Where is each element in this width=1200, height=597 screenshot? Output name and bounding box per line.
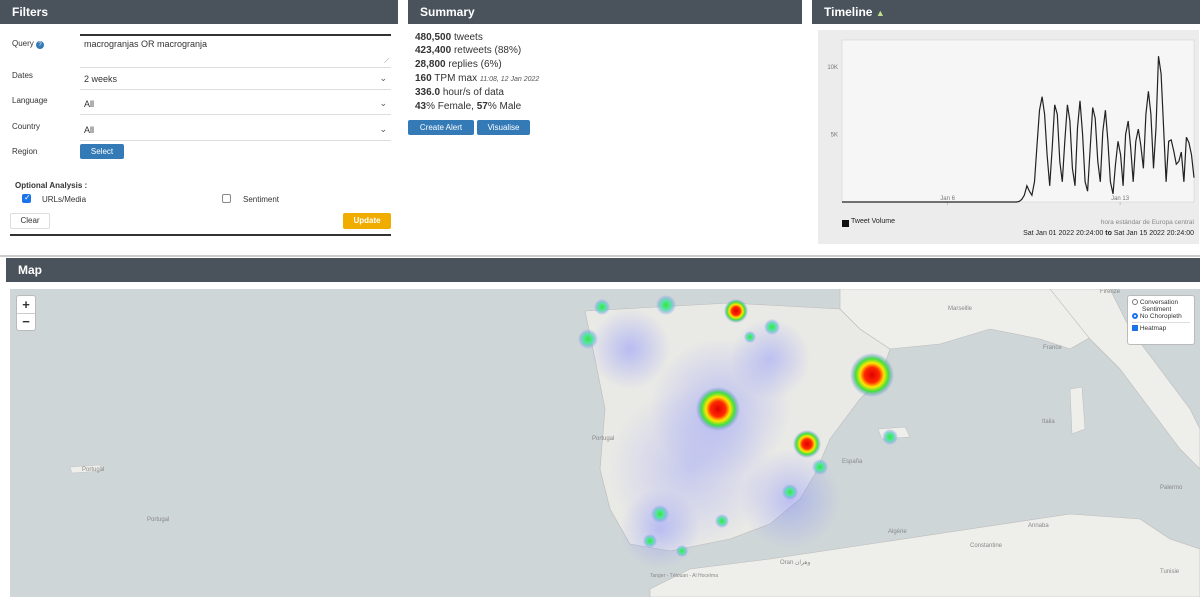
map-top-divider — [0, 255, 1200, 257]
help-icon[interactable]: ? — [36, 41, 45, 49]
language-value: All — [84, 99, 95, 109]
map-label-portugal-2: Portugal — [147, 517, 170, 523]
radio-no-choropleth[interactable]: No Choropleth — [1132, 313, 1190, 320]
summary-tpm: 160 TPM max 11:08, 12 Jan 2022 — [415, 73, 540, 84]
chevron-down-icon: ⌄ — [379, 98, 387, 108]
map-label-espana: España — [842, 459, 863, 465]
y-tick-label: 5K — [831, 133, 838, 139]
map-label-firenze: Firenze — [1100, 289, 1121, 295]
timeline-chart: 10K 5K Jan 6 Jan 13 — [827, 39, 1195, 205]
y-tick-label: 10K — [827, 65, 838, 71]
map-header: Map — [6, 258, 1200, 282]
optional-analysis-label: Optional Analysis : — [15, 181, 88, 190]
timeline-title: Timeline — [824, 5, 873, 19]
summary-tweets: 480,500 tweets — [415, 32, 483, 43]
map-label-italia: Italia — [1042, 419, 1055, 425]
query-label: Query ? — [12, 39, 45, 49]
summary-header: Summary — [408, 0, 802, 24]
urls-media-label: URLs/Media — [42, 195, 87, 204]
map-label-oran: Oran وهران — [780, 560, 811, 566]
chevron-down-icon: ⌄ — [379, 124, 387, 134]
map-canvas[interactable]: Portugal Portugal Portugal France España… — [10, 289, 1200, 597]
map-label-portugal-3: Portugal — [592, 436, 615, 442]
x-tick-label: Jan 6 — [940, 196, 955, 202]
timeline-header: Timeline ▲ — [812, 0, 1200, 24]
heatmap-toggle[interactable]: Heatmap — [1132, 325, 1190, 332]
dates-label: Dates — [12, 71, 33, 80]
timezone-label: hora estándar de Europa central — [1100, 219, 1194, 226]
layer-control: Conversation Sentiment No Choropleth Hea… — [1127, 295, 1195, 345]
update-button[interactable]: Update — [343, 213, 391, 229]
summary-gender: 43% Female, 57% Male — [415, 101, 522, 112]
create-alert-button[interactable]: Create Alert — [408, 120, 474, 135]
zoom-in-button[interactable]: + — [17, 296, 35, 314]
language-select[interactable]: All ⌄ — [80, 93, 391, 115]
region-select-button[interactable]: Select — [80, 144, 124, 159]
radio-conversation[interactable]: Conversation — [1132, 299, 1190, 306]
radio-off-icon — [1132, 299, 1138, 306]
map-label-algerie: Algérie — [888, 529, 907, 535]
download-icon[interactable]: ▲ — [876, 8, 885, 18]
country-label: Country — [12, 122, 41, 131]
x-tick-label: Jan 13 — [1111, 196, 1130, 202]
summary-replies: 28,800 replies (6%) — [415, 59, 502, 70]
language-label: Language — [12, 96, 48, 105]
map-label-marseille: Marseille — [948, 306, 973, 312]
layer-divider — [1132, 322, 1190, 323]
summary-tpm-time: 11:08, 12 Jan 2022 — [479, 76, 540, 83]
urls-media-checkbox[interactable] — [22, 193, 31, 203]
summary-hours: 336.0 hour/s of data — [415, 87, 504, 98]
query-value: macrogranjas OR macrogranja — [84, 39, 208, 49]
map-label-france: France — [1043, 345, 1062, 351]
filters-title: Filters — [12, 5, 49, 19]
map-label-constantine: Constantine — [970, 543, 1003, 549]
radio-on-icon — [1132, 313, 1138, 320]
legend-label: Tweet Volume — [851, 218, 895, 225]
map-label-annaba: Annaba — [1028, 523, 1049, 529]
timeline-chart-panel: 10K 5K Jan 6 Jan 13 Tweet Volume hora están… — [818, 30, 1199, 244]
chevron-down-icon: ⌄ — [379, 73, 387, 83]
zoom-control: + − — [16, 295, 36, 331]
map-label-palermo: Palermo — [1160, 485, 1183, 491]
legend-swatch — [842, 220, 849, 227]
sardinia — [1069, 386, 1086, 435]
dates-value: 2 weeks — [84, 74, 118, 84]
sentiment-checkbox[interactable] — [222, 194, 231, 203]
map-label-tunisie: Tunisie — [1160, 569, 1180, 575]
map-label-tanger: Tanger - Tétouan - Al Hoceïma — [650, 573, 718, 579]
radio-sentiment[interactable]: Sentiment — [1132, 306, 1190, 313]
summary-title: Summary — [420, 5, 475, 19]
plot-area — [841, 39, 1195, 203]
map-svg — [69, 289, 1200, 597]
map-title: Map — [18, 263, 42, 277]
clear-button[interactable]: Clear — [10, 213, 50, 229]
country-value: All — [84, 125, 95, 135]
resize-handle-icon[interactable]: ⟋ — [384, 58, 389, 66]
country-select[interactable]: All ⌄ — [80, 119, 391, 141]
query-input[interactable]: macrogranjas OR macrogranja ⟋ — [80, 34, 391, 68]
filters-divider — [10, 234, 391, 236]
filters-header: Filters — [0, 0, 398, 24]
summary-retweets: 423,400 retweets (88%) — [415, 45, 522, 56]
checkbox-checked-icon — [1132, 325, 1138, 332]
map-label-portugal-1: Portugal — [82, 467, 105, 473]
sentiment-label: Sentiment — [243, 195, 280, 204]
visualise-button[interactable]: Visualise — [477, 120, 530, 135]
region-label: Region — [12, 147, 38, 156]
dates-select[interactable]: 2 weeks ⌄ — [80, 68, 391, 90]
zoom-out-button[interactable]: − — [17, 314, 35, 331]
date-range: Sat Jan 01 2022 20:24:00 to Sat Jan 15 2… — [1023, 230, 1194, 237]
